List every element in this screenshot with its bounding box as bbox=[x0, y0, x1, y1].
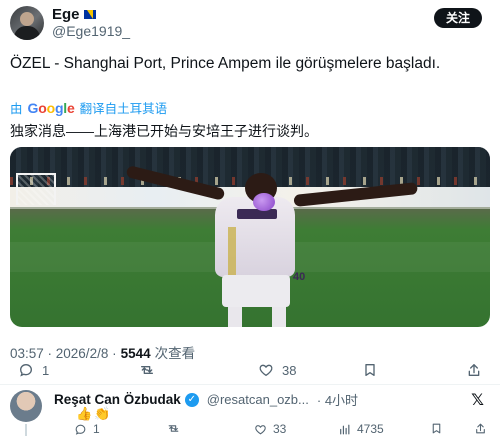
jersey-stripe bbox=[228, 227, 236, 275]
view-count: 5544 bbox=[120, 346, 151, 361]
reply-icon bbox=[18, 362, 34, 378]
reply-like-button[interactable]: 33 bbox=[254, 422, 286, 436]
translated-text: 独家消息——上海港已开始与安培王子进行谈判。 bbox=[10, 123, 318, 139]
google-logo: Google bbox=[27, 99, 75, 116]
bosnia-flag-icon bbox=[83, 10, 96, 19]
ball bbox=[253, 193, 275, 211]
reply-share-button[interactable] bbox=[474, 422, 487, 435]
tweet-header: Ege @Ege1919_ 关注 bbox=[10, 6, 490, 40]
share-button[interactable] bbox=[466, 362, 482, 378]
divider bbox=[0, 384, 500, 385]
retweet-icon bbox=[138, 362, 156, 378]
reply-author-name[interactable]: Reşat Can Özbudak bbox=[54, 392, 181, 407]
reply-views-button[interactable]: 4735 bbox=[338, 422, 384, 436]
tweet-time[interactable]: 03:57 · 2026/2/8 · bbox=[10, 346, 117, 361]
like-count: 38 bbox=[282, 362, 297, 378]
tweet-text: ÖZEL - Shanghai Port, Prince Ampem ile g… bbox=[10, 55, 441, 72]
share-icon bbox=[466, 362, 482, 378]
jersey-sponsor bbox=[237, 209, 277, 219]
author-handle[interactable]: @Ege1919_ bbox=[52, 23, 130, 39]
reply-count: 1 bbox=[42, 362, 50, 378]
player-shorts bbox=[222, 275, 290, 307]
author-name[interactable]: Ege bbox=[52, 6, 80, 23]
bookmark-button[interactable] bbox=[362, 362, 386, 378]
reply-text: 👍👏 bbox=[76, 406, 113, 421]
x-logo-icon: 𝕏 bbox=[471, 392, 484, 409]
translate-prefix: 由 bbox=[10, 102, 23, 116]
bookmark-icon bbox=[430, 422, 443, 435]
avatar[interactable] bbox=[10, 6, 44, 40]
reply-like-count: 33 bbox=[273, 422, 287, 436]
goal-net bbox=[16, 173, 56, 205]
tweet-meta: 03:57 · 2026/2/8 · 5544 次查看 bbox=[10, 342, 195, 362]
translation-attribution[interactable]: 由 Google 翻译自土耳其语 bbox=[10, 98, 167, 117]
author-name-line[interactable]: Ege bbox=[52, 6, 96, 23]
reply-author-handle[interactable]: @resatcan_ozb... bbox=[207, 392, 309, 407]
thread-line bbox=[25, 424, 27, 436]
views-chart-icon bbox=[338, 423, 351, 436]
reply-reply-count: 1 bbox=[93, 422, 100, 436]
reply-action-bar: 1 33 4735 bbox=[66, 422, 490, 436]
reply-tweet[interactable]: Reşat Can Özbudak ✓ @resatcan_ozb... · 4… bbox=[10, 390, 490, 436]
views-label: 次查看 bbox=[154, 346, 196, 361]
reply-view-count: 4735 bbox=[357, 422, 384, 436]
heart-icon bbox=[258, 362, 274, 378]
retweet-icon bbox=[166, 422, 181, 435]
verified-icon: ✓ bbox=[184, 392, 199, 407]
like-button[interactable]: 38 bbox=[258, 362, 296, 378]
tweet-photo[interactable]: 40 bbox=[10, 147, 490, 327]
player-leg-left bbox=[228, 307, 242, 327]
shorts-number: 40 bbox=[293, 271, 306, 283]
reply-time[interactable]: · 4小时 bbox=[317, 390, 358, 409]
reply-reply-button[interactable]: 1 bbox=[74, 422, 100, 436]
translate-label[interactable]: 翻译自土耳其语 bbox=[80, 98, 168, 117]
bookmark-icon bbox=[362, 362, 378, 378]
reply-bookmark-button[interactable] bbox=[430, 422, 443, 435]
reply-button[interactable]: 1 bbox=[18, 362, 49, 378]
player-leg-right bbox=[272, 307, 286, 327]
action-bar: 1 38 bbox=[10, 362, 490, 382]
heart-icon bbox=[254, 423, 267, 436]
reply-retweet-button[interactable] bbox=[166, 422, 181, 435]
share-icon bbox=[474, 422, 487, 435]
follow-button[interactable]: 关注 bbox=[433, 8, 482, 28]
retweet-button[interactable] bbox=[138, 362, 164, 378]
reply-avatar[interactable] bbox=[10, 390, 42, 422]
reply-icon bbox=[74, 423, 87, 436]
